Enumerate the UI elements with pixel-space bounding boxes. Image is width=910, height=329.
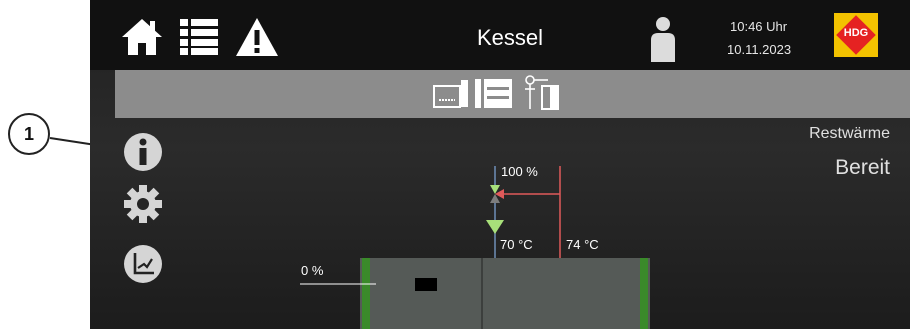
- valve-percent: 100 %: [501, 164, 538, 179]
- pump-triangle: [486, 220, 504, 234]
- boiler-door: [415, 278, 437, 291]
- return-temp: 70 °C: [500, 237, 533, 252]
- hydraulic-diagram: [300, 166, 650, 329]
- boiler-body: [360, 258, 650, 329]
- flow-temp: 74 °C: [566, 237, 599, 252]
- hmi-screen: Kessel 10:46 Uhr 10.11.2023 HDG Restwärm…: [90, 0, 910, 329]
- callout-number: 1: [23, 124, 34, 144]
- callout-marker: 1: [8, 113, 50, 155]
- boiler-left-edge: [362, 258, 370, 329]
- boiler-right-edge: [640, 258, 648, 329]
- boiler-percent: 0 %: [301, 263, 324, 278]
